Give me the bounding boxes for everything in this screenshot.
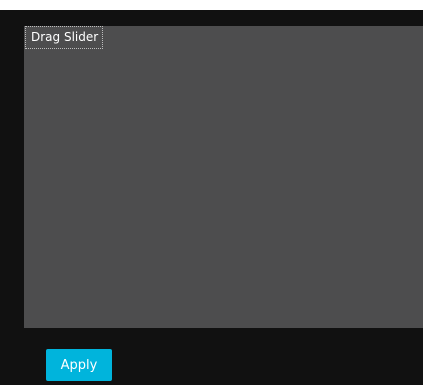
preview-area[interactable]: Drag Slider bbox=[24, 26, 423, 328]
app-window: Drag Slider Apply bbox=[0, 10, 423, 385]
drag-slider[interactable]: Drag Slider bbox=[25, 26, 104, 49]
apply-button[interactable]: Apply bbox=[46, 349, 112, 381]
